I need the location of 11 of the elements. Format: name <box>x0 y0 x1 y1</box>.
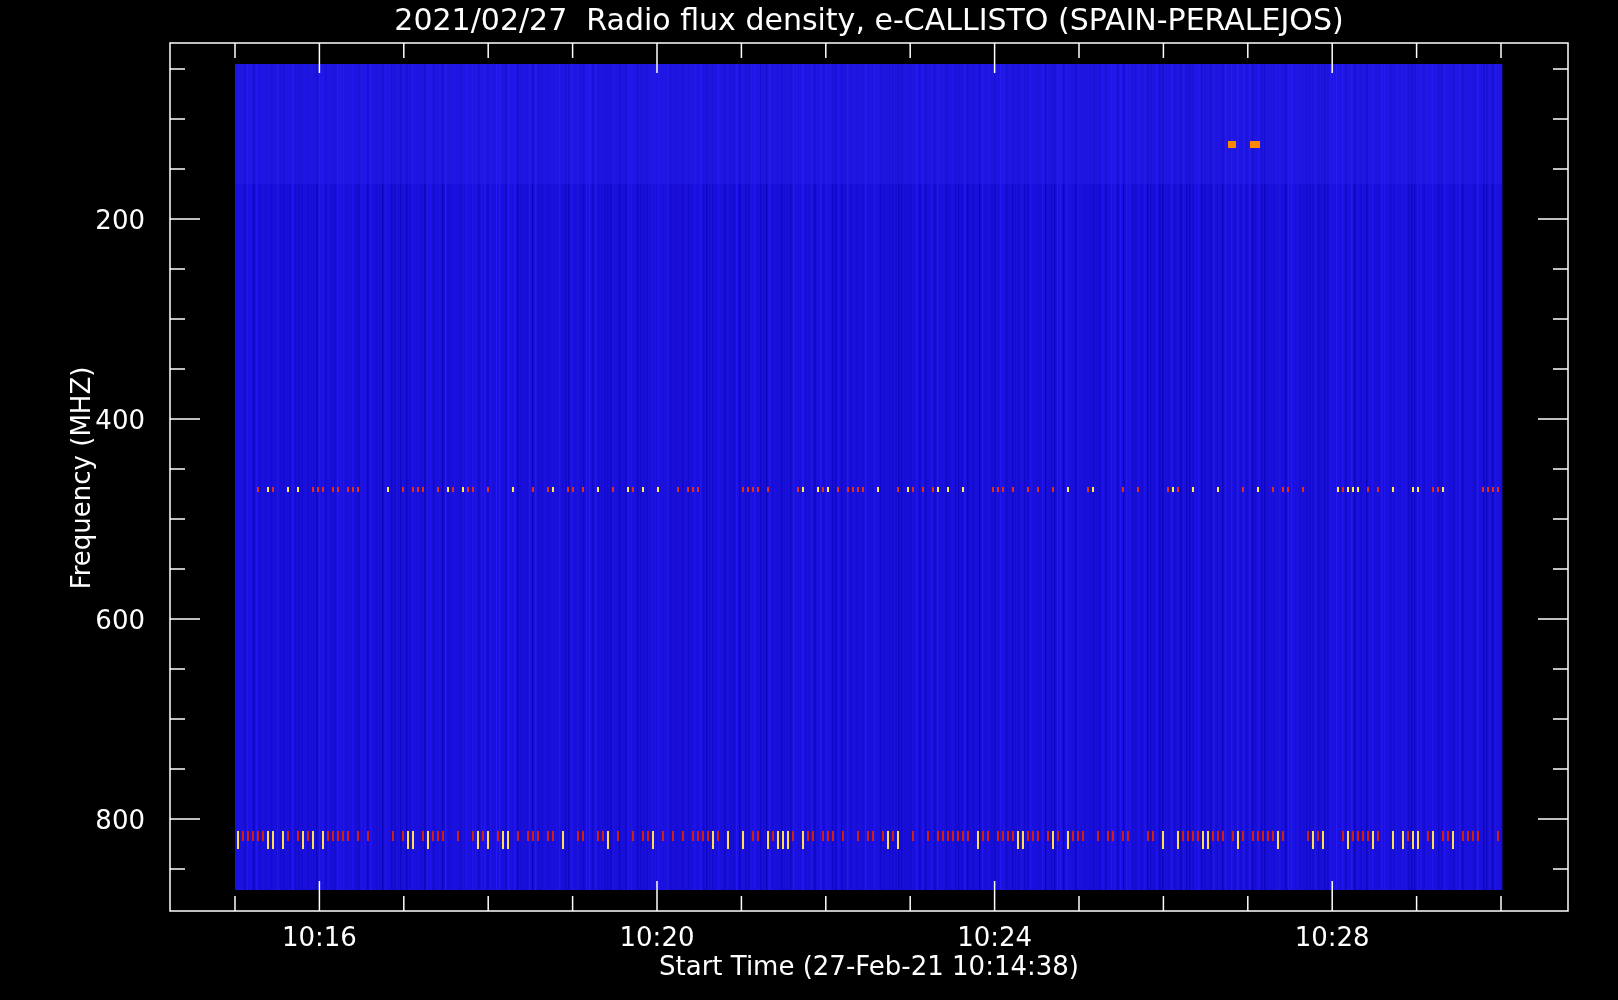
x-tick-label: 10:24 <box>957 922 1033 952</box>
y-tick-label: 400 <box>95 405 145 435</box>
plot-title: 2021/02/27 Radio flux density, e-CALLISTO (SPAIN-PERALEJOS) <box>394 2 1344 37</box>
x-tick-label: 10:28 <box>1294 922 1370 952</box>
x-axis-label: Start Time (27-Feb-21 10:14:38) <box>659 951 1079 981</box>
y-tick-label: 800 <box>95 805 145 835</box>
y-tick-label: 200 <box>95 205 145 235</box>
x-tick-label: 10:20 <box>619 922 695 952</box>
y-tick-label: 600 <box>95 605 145 635</box>
y-axis-label: Frequency (MHZ) <box>66 366 96 590</box>
x-tick-label: 10:16 <box>281 922 357 952</box>
